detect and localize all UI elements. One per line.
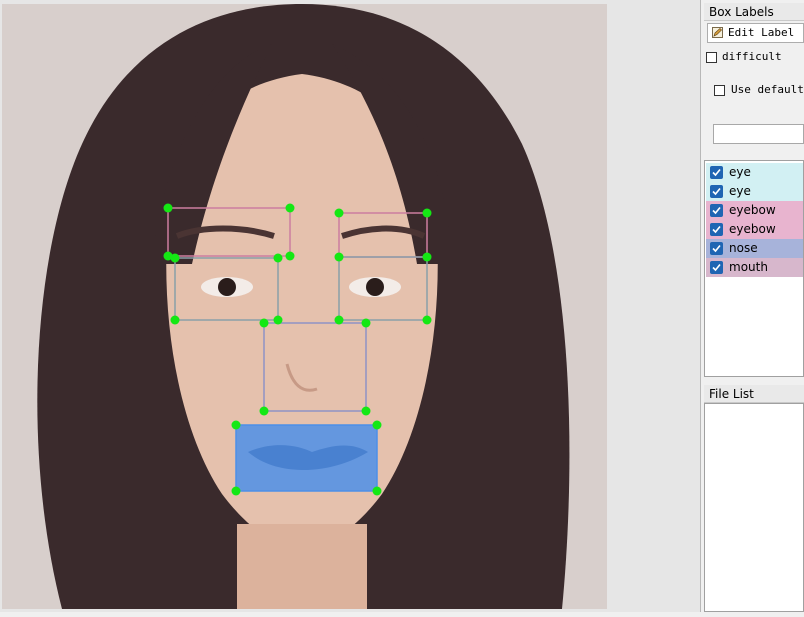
label-item-text: eyebow: [729, 203, 776, 217]
label-item-text: eye: [729, 184, 751, 198]
label-item-text: nose: [729, 241, 758, 255]
checked-checkbox-icon[interactable]: [710, 166, 723, 179]
file-list[interactable]: [704, 403, 804, 612]
box-labels-title: Box Labels: [704, 3, 804, 21]
eyebrow-box-left[interactable]: [167, 207, 291, 257]
label-item-mouth[interactable]: mouth: [706, 258, 803, 277]
eyebrow-box-right[interactable]: [338, 212, 428, 258]
label-item-eyebow-1[interactable]: eyebow: [706, 201, 803, 220]
pencil-icon: [712, 27, 723, 38]
label-item-text: eye: [729, 165, 751, 179]
status-bar: [0, 612, 804, 617]
checked-checkbox-icon[interactable]: [710, 242, 723, 255]
use-default-label-checkbox[interactable]: [714, 85, 725, 96]
label-item-text: eyebow: [729, 222, 776, 236]
checked-checkbox-icon[interactable]: [710, 223, 723, 236]
use-default-label-text: Use default l: [731, 83, 804, 96]
edit-label-button[interactable]: Edit Label: [707, 23, 804, 43]
label-item-text: mouth: [729, 260, 768, 274]
edit-label-text: Edit Label: [728, 26, 795, 39]
label-item-eyebow-2[interactable]: eyebow: [706, 220, 803, 239]
nose-box[interactable]: [263, 322, 367, 412]
checked-checkbox-icon[interactable]: [710, 261, 723, 274]
label-list[interactable]: eye eye eyebow eyebow nose mouth: [704, 160, 804, 377]
eye-box-right[interactable]: [338, 256, 428, 321]
annotation-overlay[interactable]: [0, 0, 700, 612]
label-item-nose[interactable]: nose: [706, 239, 803, 258]
checked-checkbox-icon[interactable]: [710, 204, 723, 217]
checked-checkbox-icon[interactable]: [710, 185, 723, 198]
default-label-input[interactable]: [713, 124, 804, 144]
image-canvas[interactable]: [0, 0, 701, 612]
difficult-label: difficult: [722, 50, 782, 63]
label-item-eye-1[interactable]: eye: [706, 163, 803, 182]
label-item-eye-2[interactable]: eye: [706, 182, 803, 201]
difficult-checkbox[interactable]: [706, 52, 717, 63]
file-list-title: File List: [704, 385, 804, 403]
eye-box-left[interactable]: [174, 257, 279, 321]
